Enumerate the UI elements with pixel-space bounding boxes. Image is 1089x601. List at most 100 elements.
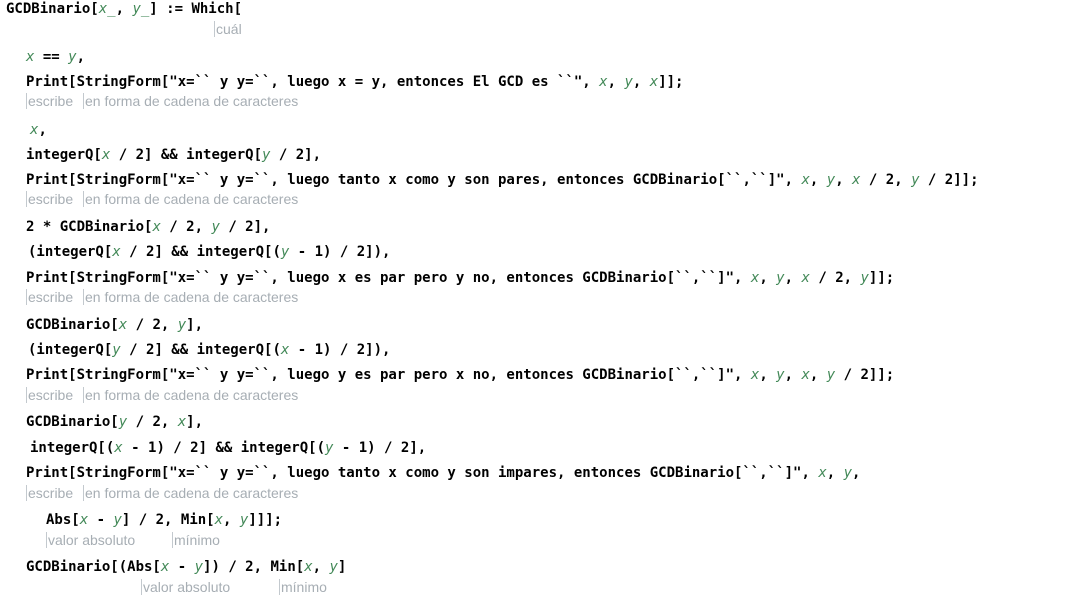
- variable-x: x: [801, 172, 810, 188]
- code-token: 2 * GCDBinario[: [26, 219, 153, 235]
- code-token: GCDBinario[: [6, 1, 99, 17]
- code-token: / 2]];: [919, 172, 979, 188]
- code-token: Print[StringForm["x=`` y y=``, luego x e…: [26, 270, 751, 286]
- code-token: - 1) / 2]),: [289, 342, 391, 358]
- code-token: / 2] && integerQ[(: [120, 244, 281, 260]
- line-case3-print[interactable]: Print[StringForm["x=`` y y=``, luego x e…: [26, 269, 894, 287]
- hint-which: cuál: [214, 21, 242, 37]
- variable-x: x: [114, 440, 123, 456]
- line-case5-print-cont[interactable]: Abs[x - y] / 2, Min[x, y]]];: [46, 511, 282, 529]
- code-token: -: [88, 512, 114, 528]
- notebook-input-cell[interactable]: GCDBinario[x_, y_] := Which[x == y, Print…: [0, 0, 1089, 601]
- code-token: integerQ[(: [30, 440, 115, 456]
- hint-stringform: en forma de cadena de caracteres: [83, 387, 299, 403]
- code-token: ,: [223, 512, 240, 528]
- line-case2-print[interactable]: Print[StringForm["x=`` y y=``, luego tan…: [26, 171, 979, 189]
- code-token: ,: [809, 367, 827, 383]
- code-token: - 1) / 2] && integerQ[(: [122, 440, 326, 456]
- hint-stringform: en forma de cadena de caracteres: [83, 93, 299, 109]
- line-case1-condition[interactable]: x == y,: [26, 48, 85, 66]
- code-token: / 2],: [270, 147, 322, 163]
- variable-y: y: [112, 342, 121, 358]
- code-token: ,: [632, 74, 650, 90]
- variable-x: x: [177, 414, 187, 430]
- code-token: ,: [809, 172, 827, 188]
- variable-y: y: [194, 559, 204, 575]
- code-token: ]: [337, 559, 347, 575]
- code-token: ,: [115, 1, 133, 17]
- code-token: / 2],: [219, 219, 271, 235]
- variable-x: x: [801, 367, 810, 383]
- code-token: ,: [759, 270, 777, 286]
- code-token: / 2,: [127, 317, 178, 333]
- line-case5-condition[interactable]: integerQ[(x - 1) / 2] && integerQ[(y - 1…: [30, 439, 426, 457]
- code-token: ]];: [868, 270, 895, 286]
- hint-stringform: en forma de cadena de caracteres: [83, 485, 299, 501]
- hint-print: escribe: [26, 289, 74, 305]
- line-definition[interactable]: GCDBinario[x_, y_] := Which[: [6, 0, 242, 18]
- hint-print: escribe: [26, 387, 74, 403]
- variable-y: y: [177, 317, 187, 333]
- code-token: Print[StringForm["x=`` y y=``, luego x =…: [26, 74, 600, 90]
- code-token: ,: [784, 270, 802, 286]
- code-token: / 2] && integerQ[(: [120, 342, 281, 358]
- code-token: ,: [312, 559, 330, 575]
- variable-y: y: [624, 74, 633, 90]
- variable-x: x: [79, 512, 89, 528]
- variable-y: y: [826, 172, 836, 188]
- variable-x: x: [599, 74, 608, 90]
- code-token: / 2]];: [835, 367, 895, 383]
- variable-y: y: [843, 465, 853, 481]
- line-case2-condition[interactable]: integerQ[x / 2] && integerQ[y / 2],: [26, 146, 321, 164]
- variable-y: y: [776, 270, 785, 286]
- line-case4-result[interactable]: GCDBinario[y / 2, x],: [26, 413, 203, 431]
- variable-y: y: [776, 367, 785, 383]
- line-case5-result[interactable]: GCDBinario[(Abs[x - y]) / 2, Min[x, y]: [26, 558, 346, 576]
- line-case2-result[interactable]: 2 * GCDBinario[x / 2, y / 2],: [26, 218, 270, 236]
- hint-abs: valor absoluto: [46, 532, 136, 548]
- line-case1-result[interactable]: x,: [30, 121, 47, 139]
- variable-x: x: [152, 219, 161, 235]
- code-token: Print[StringForm["x=`` y y=``, luego tan…: [26, 465, 819, 481]
- code-token: ==: [34, 49, 69, 65]
- code-token: ] := Which[: [149, 1, 243, 17]
- code-token: Abs[: [46, 512, 80, 528]
- hint-min: mínimo: [279, 579, 327, 595]
- code-token: ,: [852, 465, 861, 481]
- variable-y: y: [860, 270, 869, 286]
- variable-y: y: [113, 512, 122, 528]
- line-case4-condition[interactable]: (integerQ[y / 2] && integerQ[(x - 1) / 2…: [28, 341, 390, 359]
- code-token: -: [169, 559, 195, 575]
- variable-y: y: [211, 219, 220, 235]
- variable-y: y: [68, 49, 77, 65]
- code-token: ,: [826, 465, 844, 481]
- line-case1-print[interactable]: Print[StringForm["x=`` y y=``, luego x =…: [26, 73, 683, 91]
- hint-min: mínimo: [172, 532, 220, 548]
- code-token: - 1) / 2]),: [289, 244, 391, 260]
- line-case4-print[interactable]: Print[StringForm["x=`` y y=``, luego y e…: [26, 366, 894, 384]
- code-token: (integerQ[: [28, 342, 113, 358]
- variable-x: x: [818, 465, 827, 481]
- code-token: ,: [607, 74, 625, 90]
- hint-stringform: en forma de cadena de caracteres: [83, 289, 299, 305]
- variable-x: x: [112, 244, 121, 260]
- line-case3-condition[interactable]: (integerQ[x / 2] && integerQ[(y - 1) / 2…: [28, 243, 390, 261]
- variable-y: y: [911, 172, 920, 188]
- hint-print: escribe: [26, 191, 74, 207]
- code-token: GCDBinario[(Abs[: [26, 559, 161, 575]
- code-token: / 2,: [860, 172, 912, 188]
- line-case3-result[interactable]: GCDBinario[x / 2, y],: [26, 316, 203, 334]
- code-token: ] / 2, Min[: [121, 512, 215, 528]
- variable-y: y: [118, 414, 128, 430]
- code-token: GCDBinario[: [26, 317, 119, 333]
- code-token: ]]];: [248, 512, 283, 528]
- code-token: (integerQ[: [28, 244, 113, 260]
- hint-print: escribe: [26, 485, 74, 501]
- hint-print: escribe: [26, 93, 74, 109]
- code-token: Print[StringForm["x=`` y y=``, luego y e…: [26, 367, 751, 383]
- code-token: ],: [186, 414, 204, 430]
- variable-x-pattern: x_: [98, 1, 116, 17]
- variable-x: x: [304, 559, 313, 575]
- line-case5-print[interactable]: Print[StringForm["x=`` y y=``, luego tan…: [26, 464, 860, 482]
- code-token: - 1) / 2],: [333, 440, 427, 456]
